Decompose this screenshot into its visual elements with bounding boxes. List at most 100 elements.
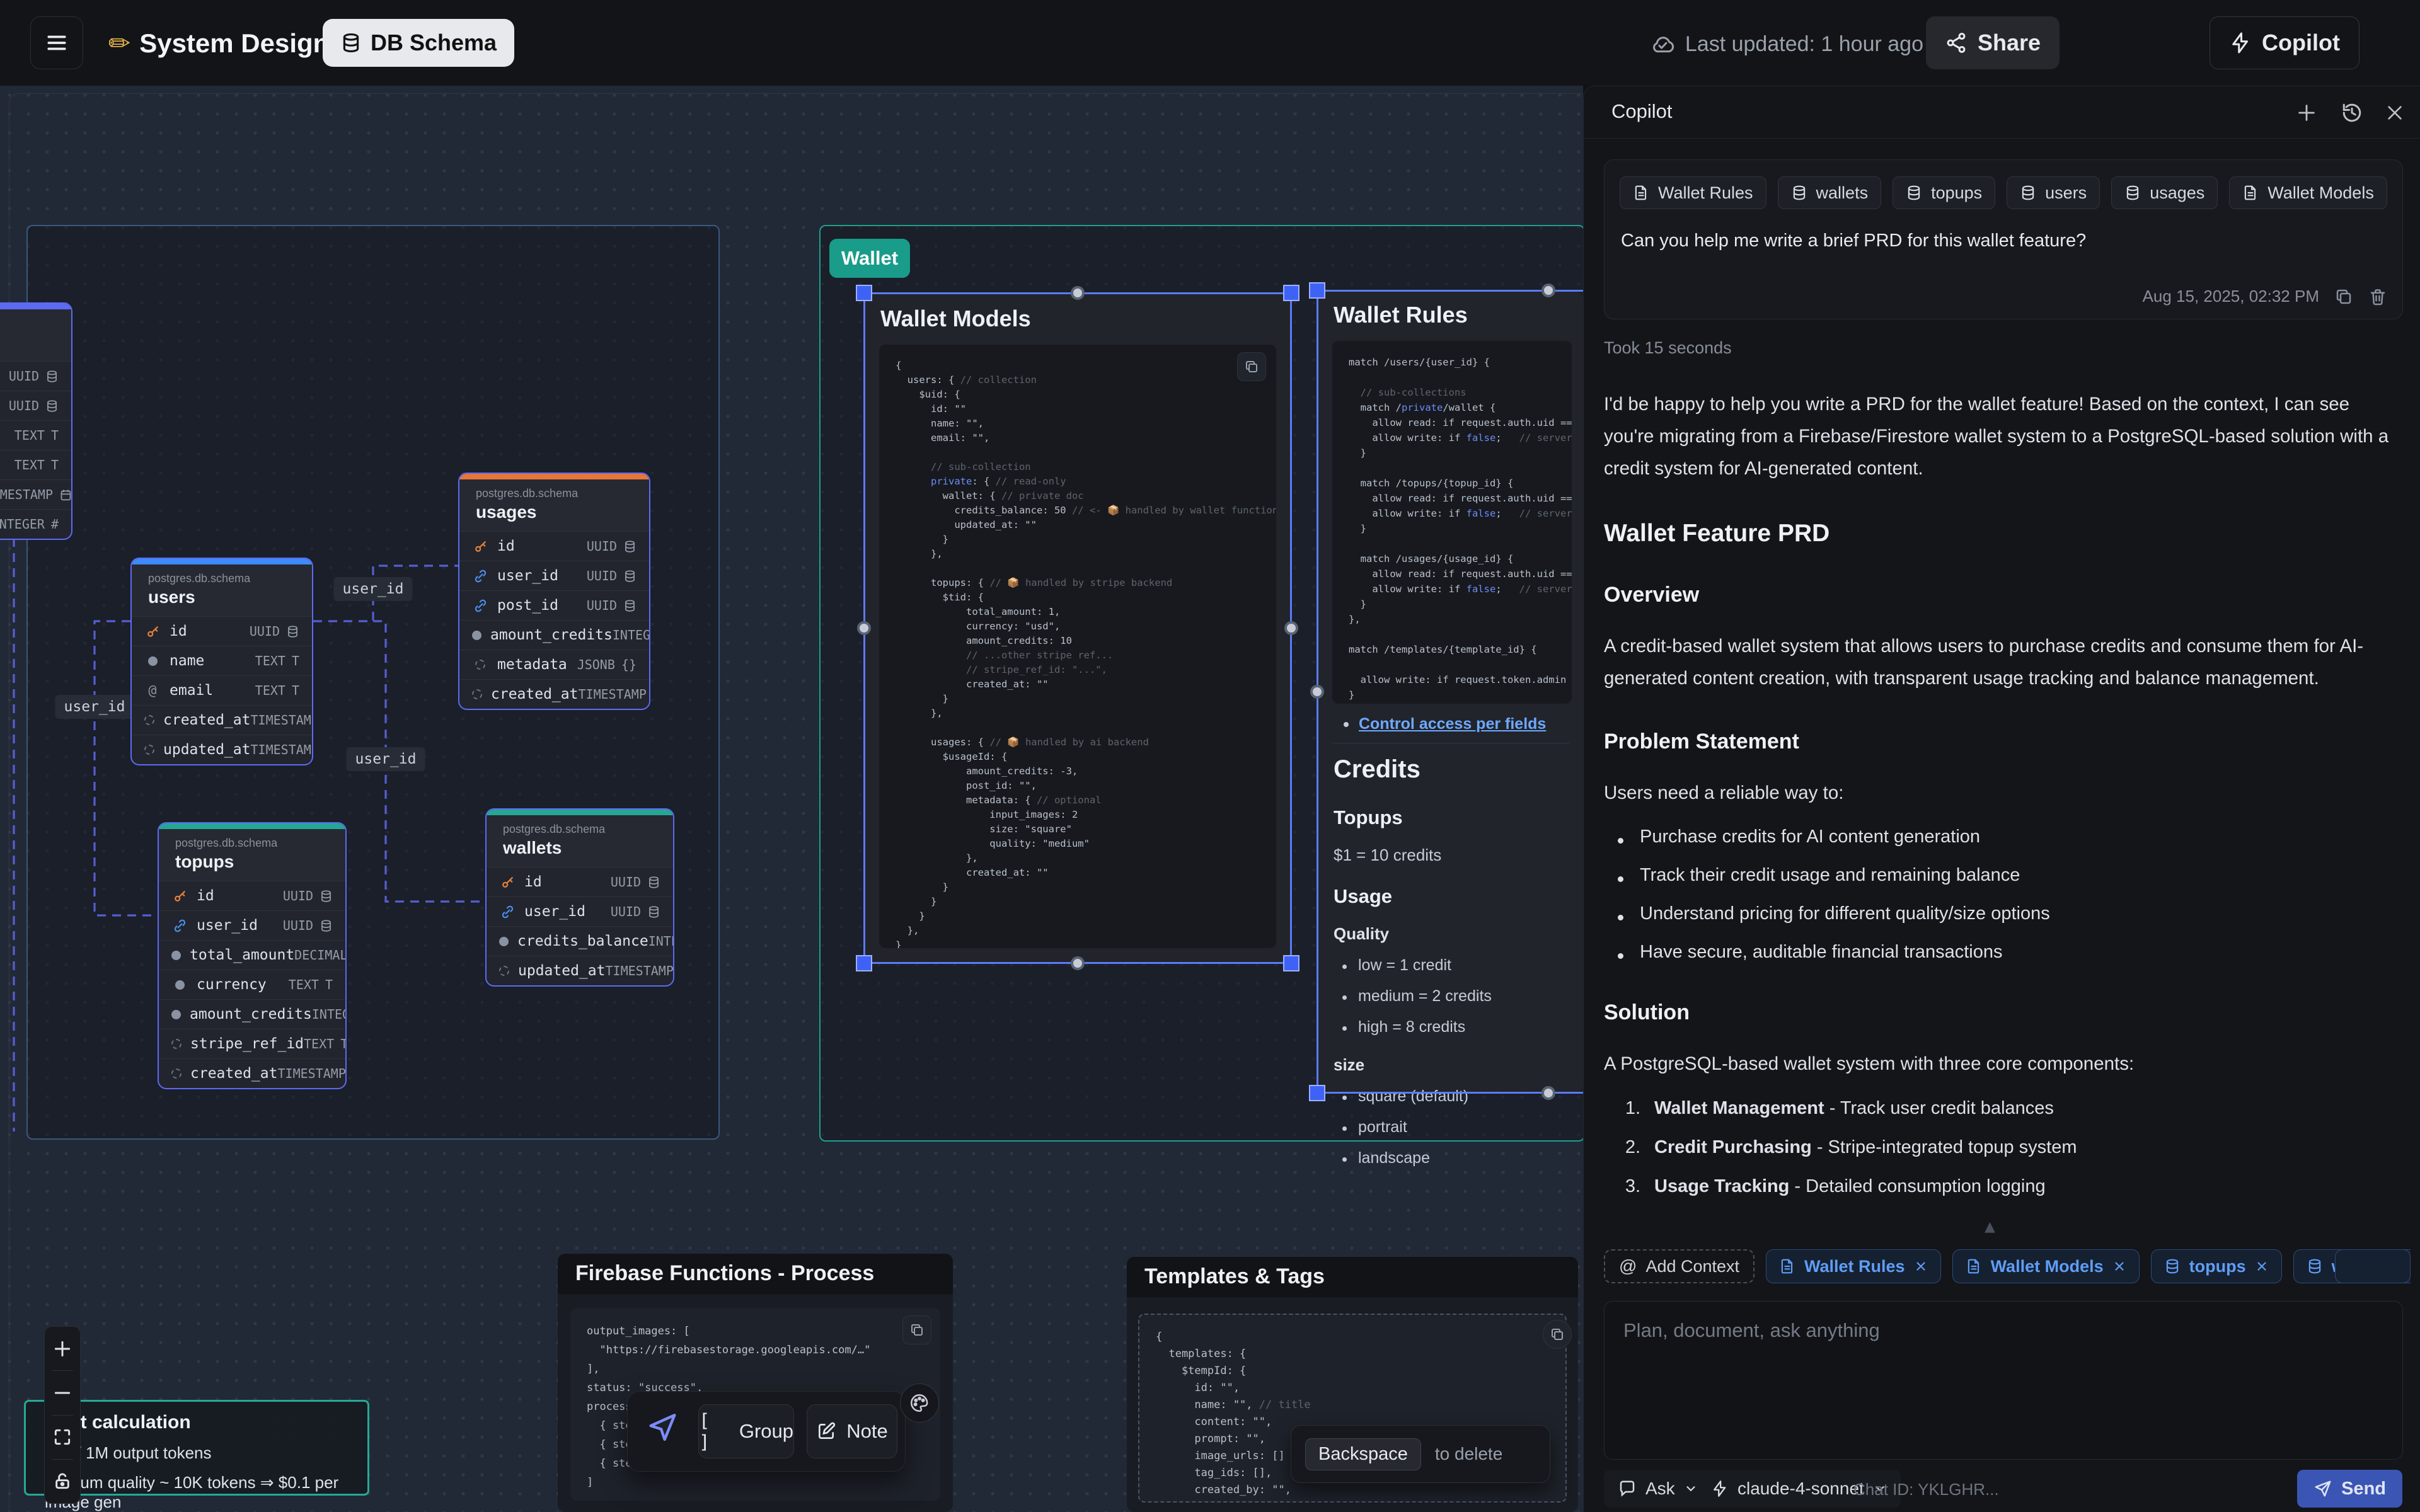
note-title: Cost calculation: [45, 1412, 349, 1433]
remove-chip-icon[interactable]: [2112, 1259, 2126, 1273]
context-chip-wallet-rules[interactable]: Wallet Rules: [1766, 1249, 1941, 1283]
remove-chip-icon[interactable]: [2255, 1259, 2269, 1273]
context-chip-partial[interactable]: [2335, 1249, 2411, 1283]
note-tool-button[interactable]: Note: [807, 1404, 897, 1458]
resize-handle[interactable]: [1283, 285, 1299, 301]
edge-label-user-id[interactable]: user_id: [55, 695, 134, 719]
table-wallets[interactable]: postgres.db.schemawalletsidUUIDuser_idUU…: [485, 808, 674, 987]
tab-db-schema[interactable]: DB Schema: [323, 19, 514, 67]
resize-handle[interactable]: [1541, 1086, 1555, 1100]
diagram-canvas[interactable]: Wallet user_id user_id user_id postgres.…: [0, 86, 1583, 1512]
table-field-row[interactable]: idUUID: [159, 881, 345, 910]
table-field-row[interactable]: amount_creditsINTEGER#: [459, 620, 649, 650]
edge-label-user-id[interactable]: user_id: [347, 747, 425, 771]
note-firebase-functions[interactable]: Firebase Functions - Process output_imag…: [558, 1254, 953, 1512]
table-field-row[interactable]: user_idUUID: [487, 896, 673, 926]
close-panel-button[interactable]: [2381, 99, 2409, 127]
table-partial[interactable]: undefinedUUIDundefinedUUIDundefinedTEXTT…: [0, 302, 72, 540]
resize-handle[interactable]: [1071, 956, 1085, 970]
table-field-row[interactable]: user_idUUID: [459, 561, 649, 590]
context-chip-usages[interactable]: usages: [2111, 176, 2218, 209]
chat-history-button[interactable]: [2338, 99, 2366, 127]
table-field-row[interactable]: undefinedTIMESTAMP: [0, 479, 71, 509]
table-field-row[interactable]: metadataJSONB{}: [459, 650, 649, 679]
credits-bullet: medium = 2 credits: [1334, 987, 1492, 1005]
context-chip-topups[interactable]: topups: [1893, 176, 1995, 209]
context-chip-wallet-models[interactable]: Wallet Models: [2229, 176, 2387, 209]
table-field-row[interactable]: credits_balanceINTEGER#: [487, 926, 673, 956]
pencil-icon: ✏: [108, 28, 130, 59]
zoom-in-button[interactable]: [44, 1327, 81, 1370]
menu-button[interactable]: [30, 16, 83, 69]
remove-chip-icon[interactable]: [1914, 1259, 1928, 1273]
select-tool-button[interactable]: [644, 1411, 681, 1447]
copy-message-button[interactable]: [2334, 287, 2353, 306]
table-field-row[interactable]: idUUID: [487, 867, 673, 896]
table-field-row[interactable]: undefinedUUID: [0, 391, 71, 420]
table-field-row[interactable]: currencyTEXTT: [159, 970, 345, 999]
copy-icon: [1550, 1327, 1565, 1342]
table-field-row[interactable]: updated_atTIMESTAMP: [132, 735, 312, 764]
table-topups[interactable]: postgres.db.schematopupsidUUIDuser_idUUI…: [158, 822, 347, 1089]
context-chip-users[interactable]: users: [2007, 176, 2100, 209]
copilot-toggle-button[interactable]: Copilot: [2210, 16, 2360, 69]
table-field-row[interactable]: undefinedTEXTT: [0, 420, 71, 450]
table-field-row[interactable]: undefinedTEXTT: [0, 450, 71, 479]
resize-handle[interactable]: [856, 955, 872, 971]
table-field-row[interactable]: undefinedINTEGER#: [0, 509, 71, 539]
note-wallet-models[interactable]: Wallet Models { users: { // collection $…: [865, 294, 1290, 962]
resize-handle[interactable]: [1541, 284, 1555, 297]
lock-button[interactable]: [44, 1460, 81, 1503]
send-button[interactable]: Send: [2297, 1470, 2402, 1508]
edge-label-user-id[interactable]: user_id: [334, 577, 413, 601]
new-chat-button[interactable]: [2293, 99, 2320, 127]
style-palette-button[interactable]: [900, 1383, 939, 1423]
table-field-row[interactable]: created_atTIMESTAMP: [132, 705, 312, 735]
table-field-row[interactable]: total_amountDECIMAL: [159, 940, 345, 970]
table-field-row[interactable]: stripe_ref_idTEXTT: [159, 1029, 345, 1058]
field-type: TIMESTAMP: [605, 963, 673, 978]
wallet-group-label[interactable]: Wallet: [829, 239, 910, 278]
table-field-row[interactable]: amount_creditsINTEGER#: [159, 999, 345, 1029]
zoom-fit-button[interactable]: [44, 1416, 81, 1459]
usage-heading: Usage: [1334, 885, 1492, 908]
context-chip-wallets[interactable]: wallets: [1778, 176, 1882, 209]
resize-handle[interactable]: [1309, 282, 1325, 299]
resize-handle[interactable]: [856, 285, 872, 301]
table-field-row[interactable]: post_idUUID: [459, 590, 649, 620]
resize-handle[interactable]: [1284, 621, 1298, 635]
context-chip-wallet-models[interactable]: Wallet Models: [1952, 1249, 2140, 1283]
copy-code-button[interactable]: [1237, 352, 1266, 381]
table-field-row[interactable]: created_atTIMESTAMP: [459, 679, 649, 709]
table-field-row[interactable]: @emailTEXTT: [132, 675, 312, 705]
zoom-out-button[interactable]: [44, 1371, 81, 1414]
share-button[interactable]: Share: [1926, 16, 2060, 69]
table-field-row[interactable]: idUUID: [459, 531, 649, 561]
field-dot-icon: [171, 1010, 181, 1019]
resize-handle[interactable]: [1310, 685, 1324, 699]
table-field-row[interactable]: undefinedUUID: [0, 361, 71, 391]
copy-code-button[interactable]: [902, 1315, 931, 1344]
table-field-row[interactable]: created_atTIMESTAMP: [159, 1058, 345, 1088]
delete-message-button[interactable]: [2368, 287, 2387, 306]
resize-handle[interactable]: [1309, 1085, 1325, 1101]
mode-select-button[interactable]: Ask: [1604, 1470, 1712, 1508]
context-chip-wallet-rules[interactable]: Wallet Rules: [1620, 176, 1766, 209]
resize-handle[interactable]: [1071, 286, 1085, 300]
context-chip-topups[interactable]: topups: [2151, 1249, 2282, 1283]
scroll-down-indicator[interactable]: ▲: [1985, 1219, 1995, 1235]
table-field-row[interactable]: nameTEXTT: [132, 646, 312, 675]
resize-handle[interactable]: [857, 621, 871, 635]
resize-handle[interactable]: [1283, 955, 1299, 971]
table-users[interactable]: postgres.db.schemausersidUUIDnameTEXTT@e…: [130, 558, 313, 765]
table-field-row[interactable]: idUUID: [132, 616, 312, 646]
note-wallet-rules[interactable]: Wallet Rules match /users/{user_id} { //…: [1318, 292, 1583, 1092]
control-access-link[interactable]: Control access per fields: [1359, 715, 1546, 733]
group-tool-button[interactable]: [ ] Group: [698, 1404, 794, 1458]
table-field-row[interactable]: updated_atTIMESTAMP: [487, 956, 673, 985]
prompt-input[interactable]: [1605, 1302, 2402, 1459]
table-field-row[interactable]: user_idUUID: [159, 910, 345, 940]
add-context-button[interactable]: @ Add Context: [1604, 1249, 1754, 1283]
table-usages[interactable]: postgres.db.schemausagesidUUIDuser_idUUI…: [458, 472, 650, 710]
copy-code-button[interactable]: [1543, 1320, 1572, 1349]
